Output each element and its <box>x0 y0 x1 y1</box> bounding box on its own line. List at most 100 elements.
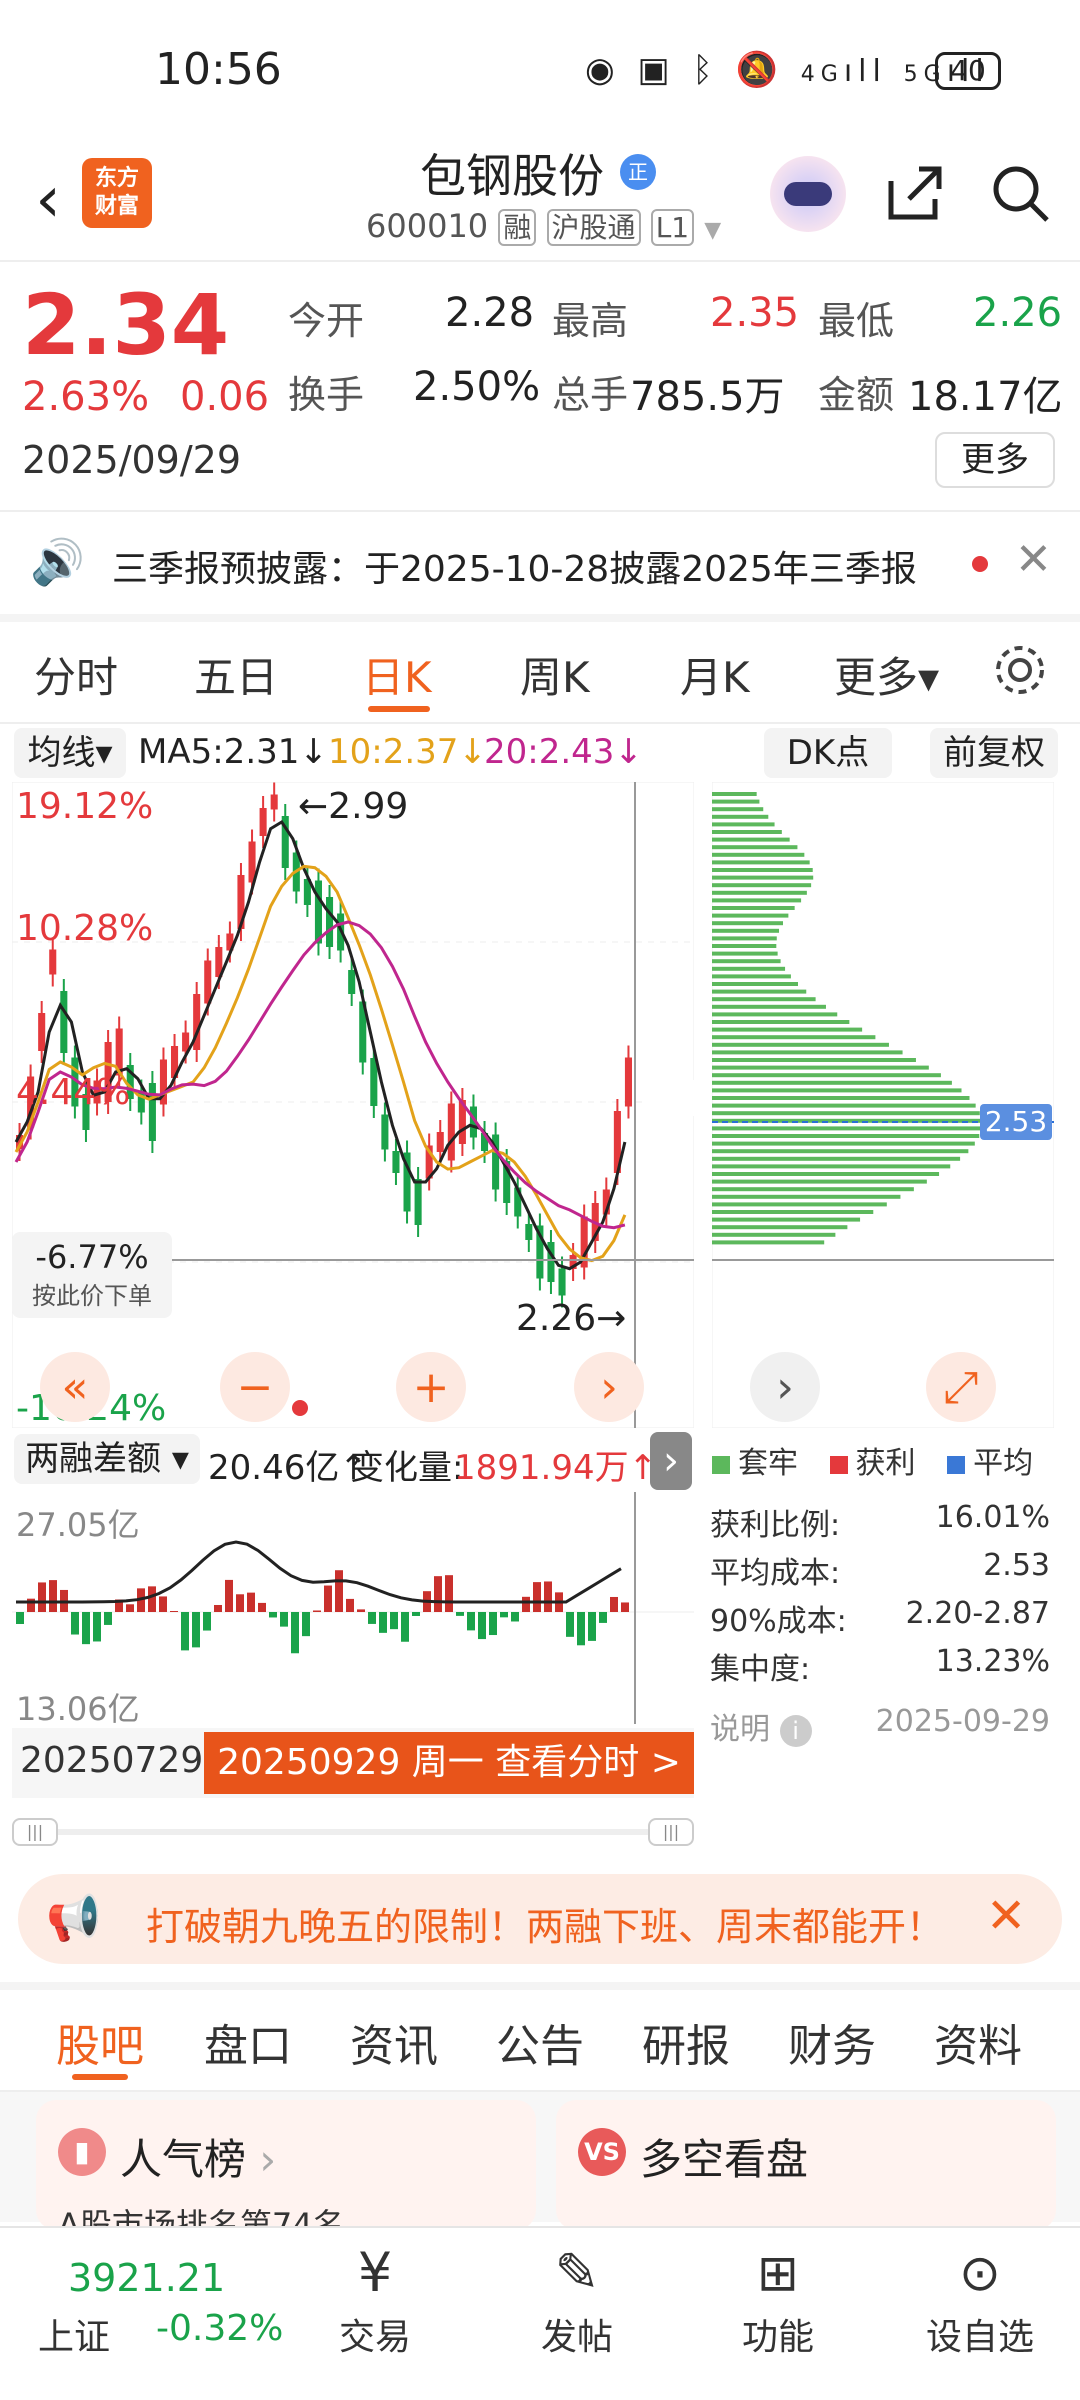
chip-bar <box>712 982 798 986</box>
share-icon[interactable] <box>880 158 950 228</box>
slider-right-handle[interactable]: ||| <box>648 1818 694 1846</box>
tab-finance[interactable]: 财务 <box>788 2010 876 2074</box>
margin-bar <box>357 1609 365 1612</box>
eye-icon: ◉ <box>585 50 621 90</box>
stock-name[interactable]: 包钢股份 <box>420 140 604 206</box>
active-subtab-indicator <box>72 2074 128 2080</box>
tab-announcements[interactable]: 公告 <box>496 2010 584 2074</box>
amount-label: 金额 <box>818 373 895 417</box>
tab-more[interactable]: 更多▾ <box>834 644 939 705</box>
index-name[interactable]: 上证 <box>38 2308 110 2360</box>
zoom-out-icon[interactable]: − <box>220 1352 290 1422</box>
pct-2-label: 4.44% <box>16 1072 131 1113</box>
tab-research[interactable]: 研报 <box>642 2010 730 2074</box>
zoom-in-icon[interactable]: + <box>396 1352 466 1422</box>
ranking-icon: ▮ <box>58 2128 106 2176</box>
sub-tabs: 股吧 盘口 资讯 公告 研报 财务 资料 <box>0 1990 1080 2090</box>
stock-code-row[interactable]: 600010 融 沪股通 L1 ▼ <box>366 206 721 246</box>
edit-icon: ✎ <box>554 2241 600 2304</box>
bottom-nav: 3921.21 上证 -0.32% ¥ 交易 ✎ 发帖 ⊞ 功能 ⊙ 设自选 <box>0 2226 1080 2400</box>
margin-bar <box>522 1596 530 1612</box>
margin-bar <box>225 1579 233 1612</box>
kline-chart[interactable]: 19.12% 10.28% 4.44% -16.24% ←2.99 2.26→ … <box>11 781 695 1429</box>
back-icon[interactable]: ‹ <box>18 160 78 240</box>
chip-bar <box>712 1111 980 1116</box>
close-icon[interactable]: ✕ <box>986 1888 1026 1944</box>
ma10-value: 10:2.37↓ <box>328 732 487 772</box>
margin-bar <box>291 1612 299 1654</box>
registered-badge: 正 <box>620 154 656 190</box>
scroll-right-icon[interactable]: › <box>574 1352 644 1422</box>
tab-five-day[interactable]: 五日 <box>194 644 278 705</box>
nav-post[interactable]: ✎ 发帖 <box>507 2238 647 2360</box>
index-value[interactable]: 3921.21 <box>68 2256 225 2300</box>
tab-daily-k[interactable]: 日K <box>362 644 432 705</box>
chip-bar <box>712 1156 961 1161</box>
margin-selector[interactable]: 两融差额 ▾ <box>14 1434 200 1484</box>
margin-bar <box>148 1586 156 1612</box>
margin-bar <box>38 1582 46 1612</box>
more-quote-button[interactable]: 更多 <box>935 432 1055 488</box>
start-date: 20250729 <box>20 1740 204 1781</box>
pct-mid-label: 10.28% <box>16 908 154 949</box>
indicator-bar: 均线▾ MA5:2.31↓ 10:2.37↓ 20:2.43↓ DK点 前复权 <box>0 724 1080 782</box>
tab-minute[interactable]: 分时 <box>34 644 118 705</box>
chevron-right-icon[interactable]: › <box>650 1432 692 1490</box>
chip-bar <box>712 1225 848 1230</box>
tab-profile[interactable]: 资料 <box>934 2010 1022 2074</box>
chip-distribution[interactable]: 2.53 › ⤢ <box>711 781 1055 1429</box>
settings-gear-icon[interactable] <box>990 640 1050 700</box>
turnover-value: 2.50% <box>413 364 541 410</box>
search-icon[interactable] <box>985 158 1055 228</box>
margin-bar <box>247 1592 255 1612</box>
chip-note-row[interactable]: 说明 i 2025-09-29 <box>710 1704 1050 1748</box>
margin-bar <box>610 1596 618 1612</box>
assistant-avatar[interactable] <box>770 156 846 232</box>
price-line-tag[interactable]: -6.77% 按此价下单 <box>12 1232 172 1318</box>
bull-bear-card[interactable]: VS 多空看盘 <box>556 2100 1056 2230</box>
index-change[interactable]: -0.32% <box>156 2308 283 2349</box>
tab-weekly-k[interactable]: 周K <box>520 644 590 705</box>
nav-functions[interactable]: ⊞ 功能 <box>708 2238 848 2360</box>
chip-bar <box>712 1080 952 1085</box>
chevron-right-icon[interactable]: › <box>750 1352 820 1422</box>
grid-icon: ⊞ <box>757 2244 799 2302</box>
low-value: 2.26 <box>973 290 1063 336</box>
margin-change-value: 1891.94万↑ <box>454 1448 658 1488</box>
legend-average: 平均 <box>973 1446 1034 1481</box>
popularity-card[interactable]: ▮ 人气榜 › A股市场排名第74名 <box>36 2100 536 2244</box>
chip-bar <box>712 951 778 956</box>
chip-bar <box>712 989 807 994</box>
nav-watchlist[interactable]: ⊙ 设自选 <box>910 2238 1050 2360</box>
period-tabs: 分时 五日 日K 周K 月K 更多▾ <box>0 622 1080 722</box>
slider-left-handle[interactable]: ||| <box>12 1818 58 1846</box>
close-icon[interactable]: ✕ <box>1015 534 1052 585</box>
chip-bar <box>712 1232 836 1237</box>
tag-margin: 融 <box>498 209 537 246</box>
expand-icon[interactable]: ⤢ <box>926 1352 996 1422</box>
scroll-left-icon[interactable]: « <box>40 1352 110 1422</box>
ma-selector[interactable]: 均线▾ <box>14 728 126 778</box>
chip-bar <box>712 1088 962 1093</box>
chip-bar <box>712 966 786 971</box>
tab-news[interactable]: 资讯 <box>350 2010 438 2074</box>
notice-bar[interactable]: 🔊 三季报预披露：于2025-10-28披露2025年三季报 ✕ <box>0 512 1080 612</box>
tab-order-book[interactable]: 盘口 <box>204 2010 292 2074</box>
concentration-row: 集中度: 13.23% <box>710 1644 1050 1687</box>
dk-point-button[interactable]: DK点 <box>764 728 892 778</box>
margin-bar <box>390 1612 398 1630</box>
adjust-button[interactable]: 前复权 <box>930 728 1058 778</box>
tab-forum[interactable]: 股吧 <box>56 2010 144 2074</box>
margin-chart[interactable]: 27.05亿 13.06亿 <box>12 1492 694 1728</box>
low-marker: 2.26→ <box>516 1298 627 1339</box>
promo-banner[interactable]: 📢 打破朝九晚五的限制！两融下班、周末都能开！ ✕ <box>18 1874 1062 1964</box>
order-hint: 按此价下单 <box>32 1282 152 1310</box>
speaker-icon: 🔊 <box>30 537 85 588</box>
view-minute-tip[interactable]: 20250929 周一 查看分时 > <box>204 1732 694 1794</box>
margin-bar <box>335 1570 343 1612</box>
status-icons: ◉ ▣ ᛒ 🔕 4Gıll 5Gıll <box>585 50 990 90</box>
nav-trade[interactable]: ¥ 交易 <box>305 2238 445 2360</box>
range-slider[interactable]: ||| ||| <box>12 1818 694 1846</box>
margin-bar <box>434 1576 442 1612</box>
tab-monthly-k[interactable]: 月K <box>680 644 750 705</box>
